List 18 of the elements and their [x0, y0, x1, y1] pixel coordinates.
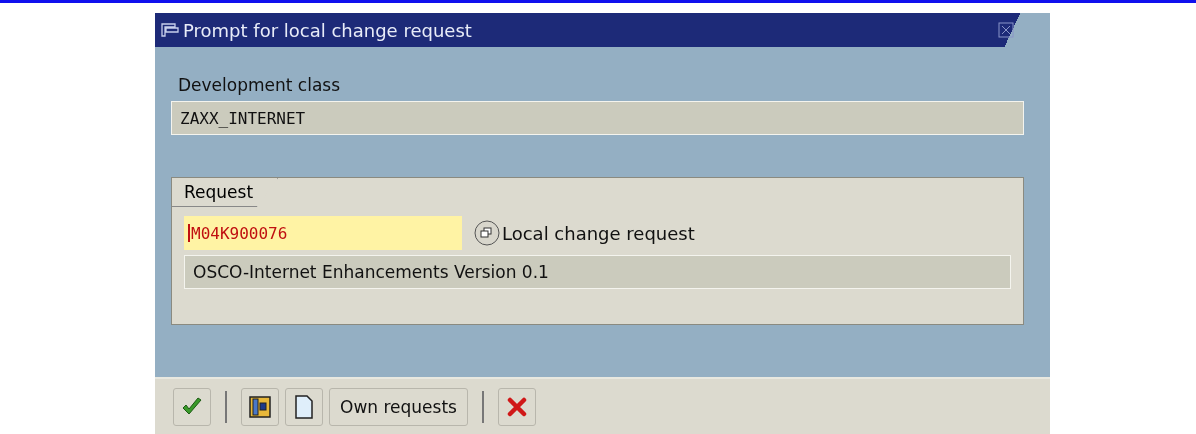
own-requests-button[interactable]: Own requests: [329, 387, 468, 426]
request-description: OSCO-Internet Enhancements Version 0.1: [184, 255, 1011, 289]
dialog-icon: [161, 22, 179, 38]
request-type-text: Local change request: [502, 222, 695, 244]
new-document-button[interactable]: [285, 387, 323, 426]
request-input[interactable]: M04K900076: [184, 216, 462, 250]
cross-icon: [506, 396, 527, 417]
development-class-field[interactable]: ZAXX_INTERNET: [171, 101, 1024, 135]
hierarchy-button[interactable]: [241, 387, 279, 426]
value-help-icon[interactable]: [474, 220, 500, 246]
window-title: Prompt for local change request: [183, 19, 473, 41]
confirm-button[interactable]: [173, 387, 211, 426]
hierarchy-icon: [249, 395, 271, 418]
close-icon[interactable]: [998, 22, 1014, 38]
development-class-label: Development class: [178, 75, 342, 95]
checkmark-icon: [181, 396, 203, 417]
document-icon: [294, 394, 314, 419]
cancel-button[interactable]: [497, 387, 536, 426]
